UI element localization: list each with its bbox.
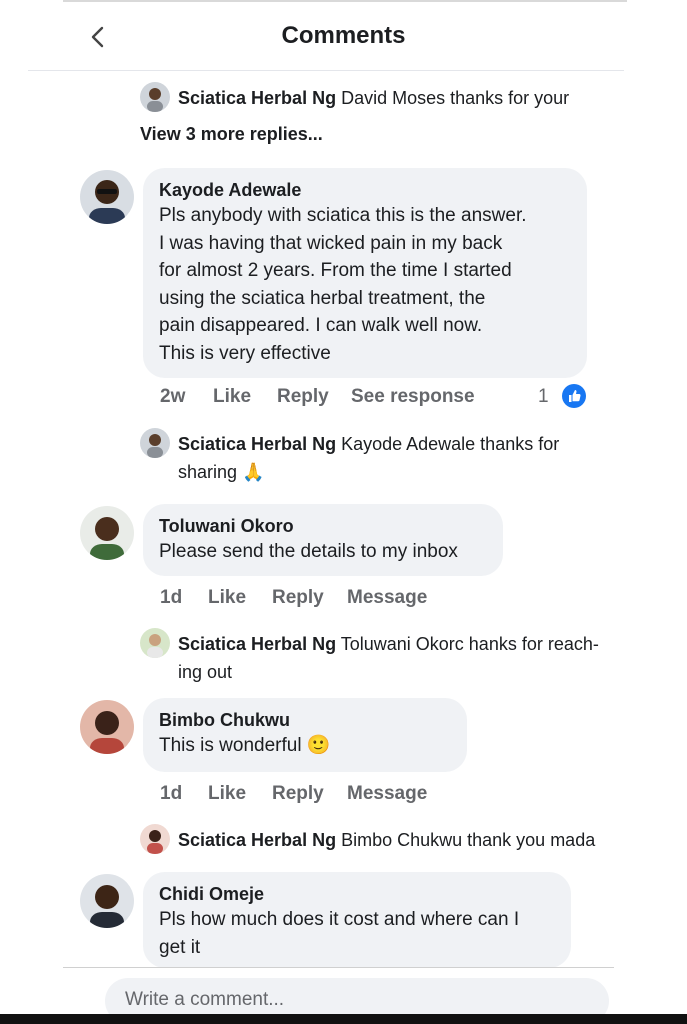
comment-text: Pls how much does it cost and where can … [159,909,520,958]
reply-button[interactable]: Reply [272,783,324,805]
comment-text: Pls anybody with sciatica this is the an… [159,205,527,364]
composer-divider [63,967,614,968]
see-response-button[interactable]: See response [351,386,475,408]
like-button[interactable]: Like [208,587,246,609]
reply-button[interactable]: Reply [277,386,329,408]
comment-bubble: Kayode Adewale Pls anybody with sciatica… [143,168,587,378]
avatar[interactable] [80,874,134,928]
comment-bubble: Chidi Omeje Pls how much does it cost an… [143,872,571,968]
reply-author[interactable]: Sciatica Herbal Ng [178,434,336,454]
like-button[interactable]: Like [208,783,246,805]
comment-author[interactable]: Bimbo Chukwu [159,708,451,732]
comment-author[interactable]: Kayode Adewale [159,178,571,202]
avatar[interactable] [80,506,134,560]
like-count[interactable]: 1 [538,386,549,408]
reply-text: Sciatica Herbal Ng Bimbo Chukwu thank yo… [178,826,595,854]
view-more-replies-link[interactable]: View 3 more replies... [140,124,323,145]
avatar[interactable] [80,700,134,754]
reply-author[interactable]: Sciatica Herbal Ng [178,830,336,850]
comment-input[interactable] [123,988,595,1012]
avatar[interactable] [140,628,170,658]
avatar[interactable] [80,170,134,224]
reply-body: David Moses thanks for your [341,88,570,108]
comment-time: 1d [160,587,183,608]
header-divider [28,70,624,71]
comment-time: 1d [160,783,183,804]
avatar[interactable] [140,82,170,112]
reply-body: Bimbo Chukwu thank you mada [341,830,596,850]
comment-bubble: Toluwani Okoro Please send the details t… [143,504,503,576]
comment-text: Please send the details to my inbox [159,541,458,562]
comment-text: This is wonderful 🙂 [159,735,331,756]
bottom-edge [0,1014,687,1024]
reply-author[interactable]: Sciatica Herbal Ng [178,634,336,654]
avatar[interactable] [140,428,170,458]
reply-text: Sciatica Herbal Ng Kayode Adewale thanks… [178,430,618,486]
reply-author[interactable]: Sciatica Herbal Ng [178,88,336,108]
comment-author[interactable]: Toluwani Okoro [159,514,487,538]
page-title: Comments [281,22,406,49]
comment-bubble: Bimbo Chukwu This is wonderful 🙂 [143,698,467,772]
reply-button[interactable]: Reply [272,587,324,609]
like-thumb-icon[interactable] [562,384,586,408]
avatar[interactable] [140,824,170,854]
comment-author[interactable]: Chidi Omeje [159,882,555,906]
comments-header: Comments [0,0,687,72]
reply-text: Sciatica Herbal Ng Toluwani Okorc hanks … [178,630,618,686]
reply-text: Sciatica Herbal Ng David Moses thanks fo… [178,84,569,112]
message-button[interactable]: Message [347,783,427,805]
comment-time: 2w [160,386,186,407]
like-button[interactable]: Like [213,386,251,408]
message-button[interactable]: Message [347,587,427,609]
